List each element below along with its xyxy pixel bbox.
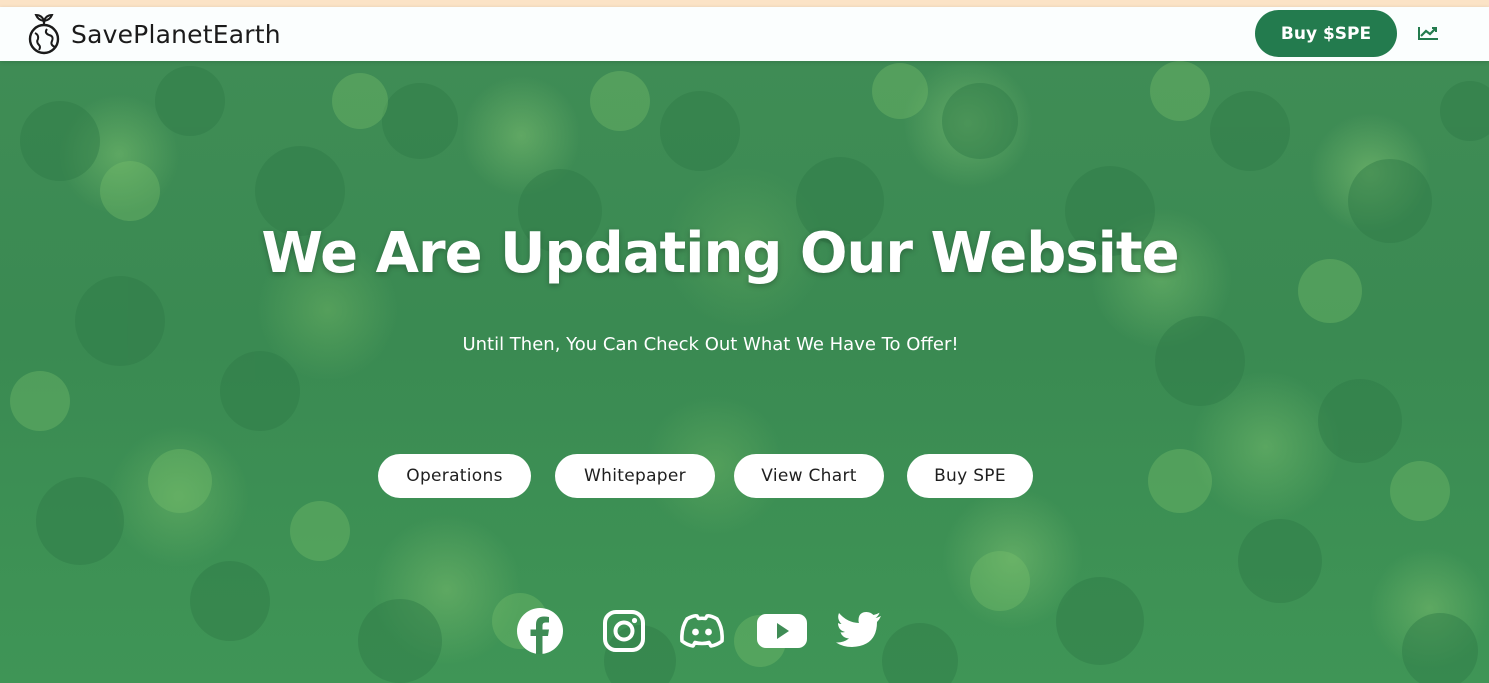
chart-link[interactable]: [1416, 21, 1440, 45]
buy-spe-button[interactable]: Buy $SPE: [1255, 10, 1397, 57]
planet-sprout-icon: [28, 13, 60, 55]
whitepaper-button[interactable]: Whitepaper: [555, 454, 715, 498]
hero-subtitle: Until Then, You Can Check Out What We Ha…: [462, 334, 959, 355]
hero-section: We Are Updating Our Website Until Then, …: [0, 61, 1489, 683]
discord-icon: [680, 614, 724, 648]
brand-name: SavePlanetEarth: [71, 19, 281, 49]
view-chart-button[interactable]: View Chart: [734, 454, 884, 498]
brand-link[interactable]: SavePlanetEarth: [27, 12, 281, 56]
forest-background: [10, 61, 1489, 683]
facebook-icon: [517, 608, 563, 654]
instagram-icon: [603, 610, 645, 652]
discord-link[interactable]: [677, 606, 727, 656]
facebook-link[interactable]: [515, 606, 565, 656]
navbar: SavePlanetEarth Buy $SPE: [0, 7, 1489, 61]
operations-button[interactable]: Operations: [378, 454, 531, 498]
buy-spe-hero-button[interactable]: Buy SPE: [907, 454, 1033, 498]
youtube-link[interactable]: [755, 606, 809, 656]
twitter-link[interactable]: [834, 606, 884, 656]
trending-chart-icon: [1418, 27, 1438, 40]
hero-headline: We Are Updating Our Website: [261, 221, 1179, 286]
twitter-icon: [836, 612, 881, 647]
youtube-icon: [757, 614, 807, 648]
instagram-link[interactable]: [599, 606, 649, 656]
